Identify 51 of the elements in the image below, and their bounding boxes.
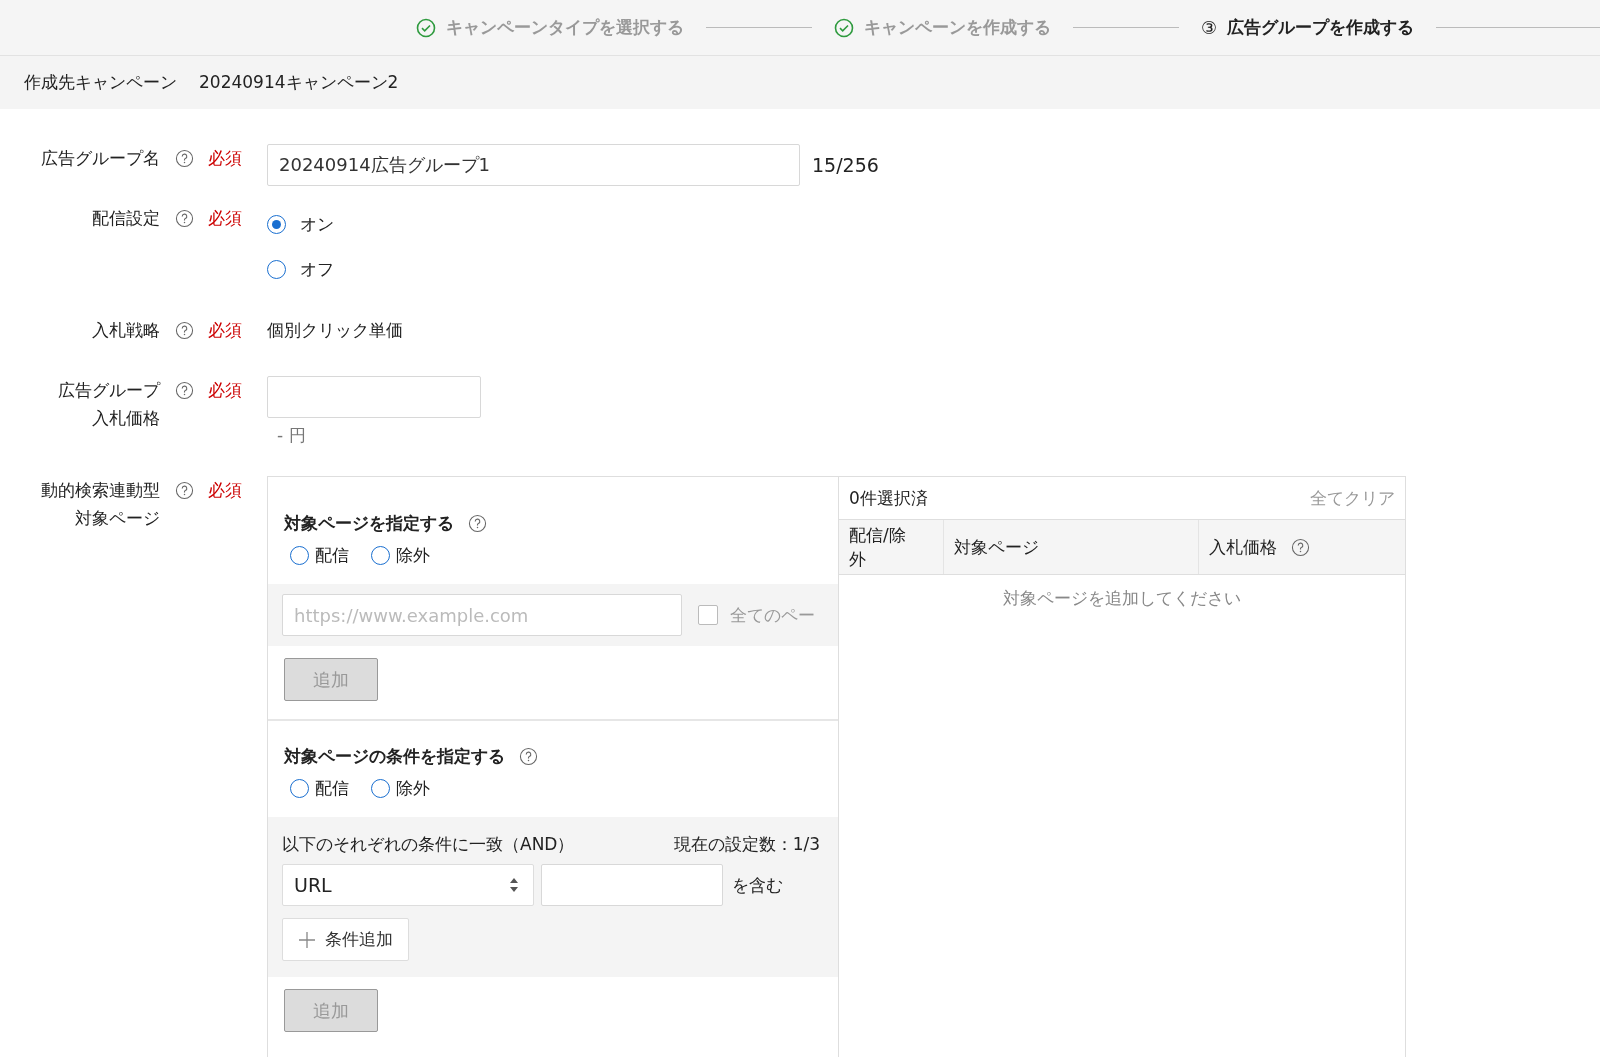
- field-label: 入札戦略: [91, 319, 160, 342]
- required-label: 必須: [208, 319, 242, 342]
- radio-option[interactable]: 除外: [371, 542, 430, 568]
- condition-suffix: を含む: [732, 873, 783, 897]
- currency-note: - 円: [277, 424, 307, 447]
- required-label: 必須: [208, 147, 242, 170]
- selected-count: 0件選択済: [849, 486, 928, 510]
- sort-arrows-icon: [509, 877, 519, 893]
- add-condition-button[interactable]: 条件追加: [282, 918, 409, 961]
- condition-type-select[interactable]: URL: [282, 864, 534, 906]
- required-label: 必須: [208, 479, 242, 502]
- step-label: キャンペーンタイプを選択する: [446, 16, 684, 39]
- field-label: 配信設定: [91, 207, 160, 230]
- step-label: キャンペーンを作成する: [864, 16, 1051, 39]
- radio-option[interactable]: 配信: [290, 775, 349, 801]
- campaign-name: 20240914キャンペーン2: [199, 71, 399, 94]
- campaign-label: 作成先キャンペーン: [24, 71, 177, 94]
- bid-price-field[interactable]: [267, 376, 481, 418]
- help-icon[interactable]: [175, 381, 194, 400]
- help-icon[interactable]: [175, 209, 194, 228]
- field-label: 動的検索連動型 対象ページ: [40, 479, 160, 530]
- condition-value-field[interactable]: [541, 864, 723, 906]
- help-icon[interactable]: [1291, 537, 1310, 557]
- required-label: 必須: [208, 207, 242, 230]
- radio-option[interactable]: オフ: [267, 258, 1600, 281]
- match-rule-text: 以下のそれぞれの条件に一致（AND）: [282, 833, 575, 856]
- url-field[interactable]: https://www.example.com: [282, 594, 682, 636]
- empty-message: 対象ページを追加してください: [1002, 587, 1242, 610]
- help-icon[interactable]: [175, 149, 194, 168]
- help-icon[interactable]: [519, 746, 538, 766]
- bid-strategy-value: 個別クリック単価: [267, 320, 403, 340]
- ad-group-name-field[interactable]: 20240914広告グループ1: [267, 144, 800, 186]
- character-counter: 15/256: [812, 154, 879, 176]
- column-header: 配信/除外: [839, 520, 944, 574]
- section-title: 対象ページを指定する: [284, 511, 454, 535]
- step-number: ③: [1201, 17, 1218, 38]
- plus-icon: [299, 931, 315, 948]
- condition-count: 現在の設定数：1/3: [673, 833, 820, 856]
- radio-option[interactable]: 配信: [290, 542, 349, 568]
- column-header: 対象ページ: [944, 520, 1199, 574]
- radio-option[interactable]: 除外: [371, 775, 430, 801]
- section-title: 対象ページの条件を指定する: [284, 744, 505, 768]
- column-header: 入札価格: [1199, 520, 1405, 574]
- help-icon[interactable]: [468, 513, 487, 533]
- radio-option[interactable]: オン: [267, 213, 1600, 236]
- help-icon[interactable]: [175, 481, 194, 500]
- field-label: 広告グループ名: [40, 147, 160, 170]
- field-label: 広告グループ 入札価格: [57, 379, 160, 430]
- help-icon[interactable]: [175, 321, 194, 340]
- required-label: 必須: [208, 379, 242, 402]
- step-label: 広告グループを作成する: [1227, 16, 1415, 39]
